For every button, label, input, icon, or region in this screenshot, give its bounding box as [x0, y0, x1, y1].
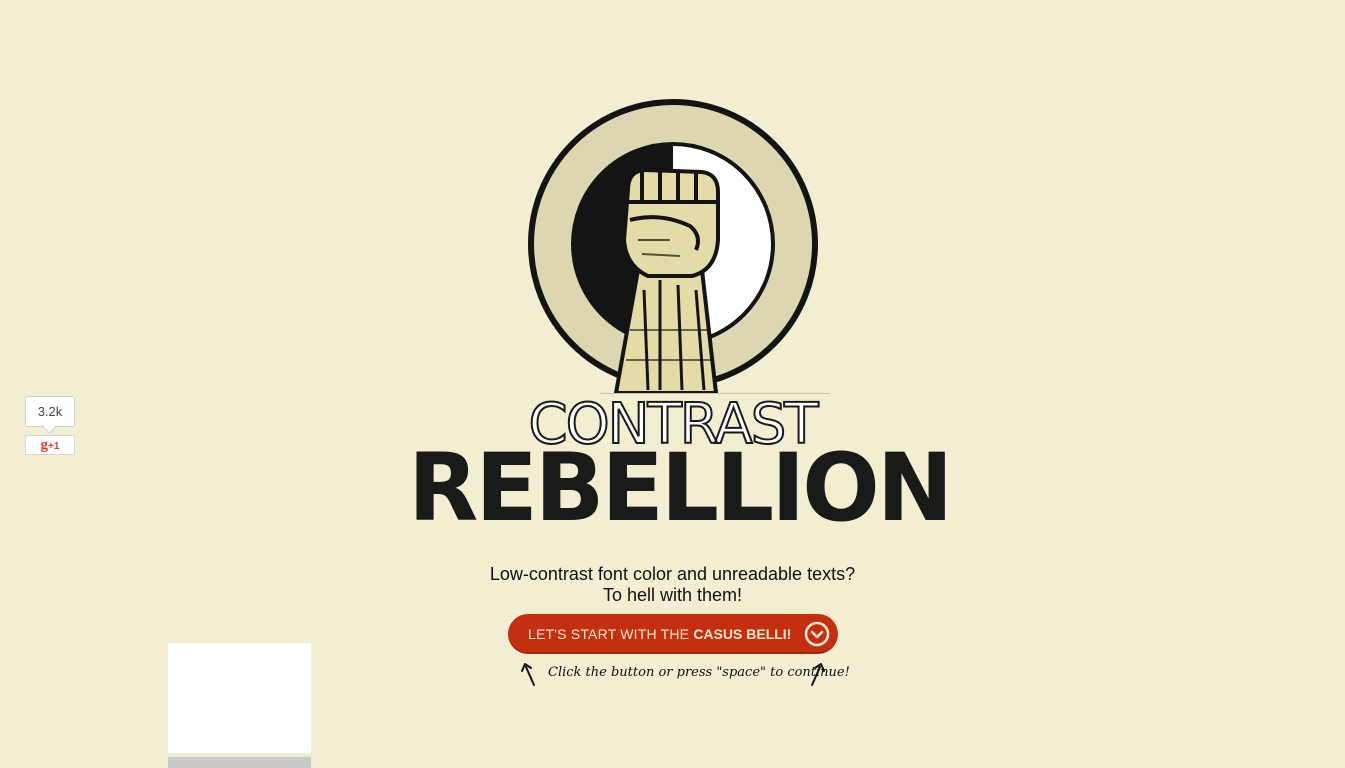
- raised-fist-icon: [528, 99, 818, 393]
- blank-embed-frame: [168, 643, 311, 753]
- plus-one-label: +1: [48, 441, 60, 452]
- google-plus-button[interactable]: g+1: [25, 435, 75, 455]
- chevron-down-circle-icon: [804, 621, 830, 647]
- embed-scrollbar[interactable]: [168, 757, 311, 768]
- intro-line-1: Low-contrast font color and unreadable t…: [489, 564, 856, 584]
- intro-text: Low-contrast font color and unreadable t…: [400, 564, 945, 606]
- intro-line-2: To hell with them!: [602, 585, 743, 605]
- share-count: 3.2k: [37, 404, 63, 419]
- google-plus-icon: g: [40, 437, 49, 453]
- cta-label-prefix: LET'S START WITH THE: [528, 626, 694, 642]
- share-count-bubble: 3.2k: [25, 396, 75, 427]
- arrow-up-right-icon: [811, 663, 825, 686]
- logo-title-rebellion: REBELLION: [408, 434, 953, 543]
- social-share-widget: 3.2k g+1: [25, 396, 75, 455]
- continue-hint: Click the button or press "space" to con…: [520, 661, 850, 687]
- cta-label-strong: CASUS BELLI!: [693, 626, 792, 642]
- casus-belli-button[interactable]: LET'S START WITH THE CASUS BELLI!: [508, 614, 838, 654]
- page: 3.2k g+1 CONTRAST REBELLION Low-contrast…: [0, 0, 1345, 768]
- arrow-up-left-icon: [521, 663, 535, 686]
